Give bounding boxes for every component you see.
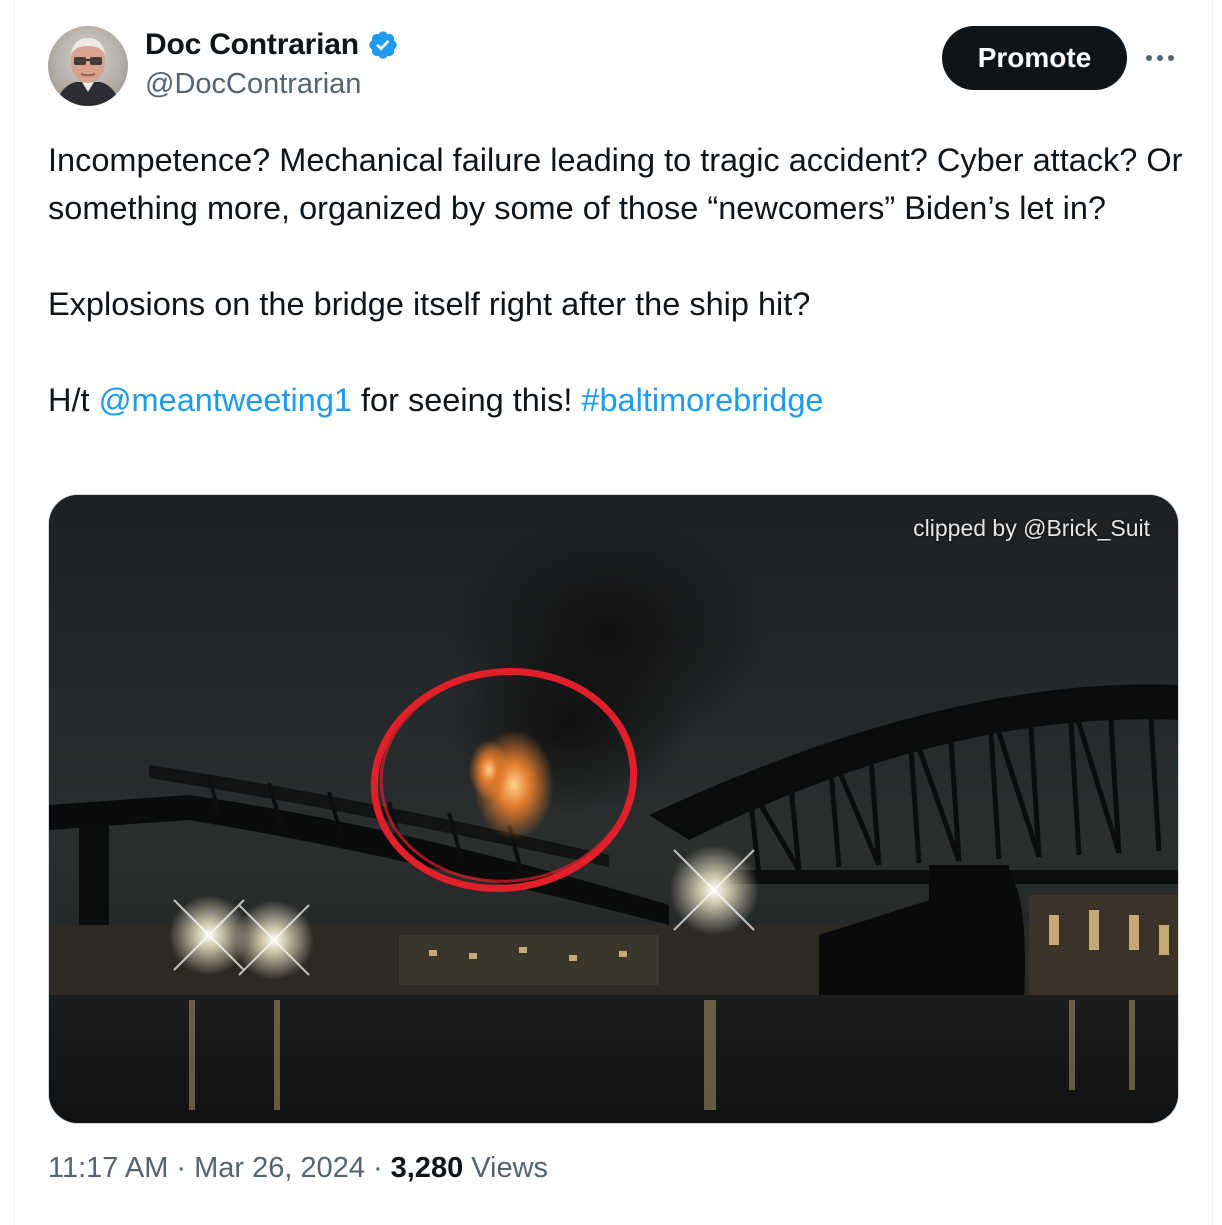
- tweet-time[interactable]: 11:17 AM: [48, 1152, 168, 1185]
- media-watermark: clipped by @Brick_Suit: [913, 515, 1150, 541]
- right-border: [1212, 0, 1213, 1225]
- author-handle[interactable]: @DocContrarian: [145, 68, 361, 101]
- hat-tip-middle: for seeing this!: [351, 382, 582, 418]
- tweet-date[interactable]: Mar 26, 2024: [194, 1152, 365, 1185]
- more-horizontal-icon[interactable]: [1142, 40, 1178, 76]
- views-count[interactable]: 3,280: [391, 1152, 464, 1185]
- meta-separator: ·: [176, 1152, 187, 1184]
- views-label: Views: [471, 1152, 549, 1184]
- mention-link[interactable]: @meantweeting1: [99, 382, 352, 418]
- tweet-paragraph-1: Incompetence? Mechanical failure leading…: [48, 142, 1183, 226]
- promote-button[interactable]: Promote: [942, 26, 1127, 90]
- author-display-name[interactable]: Doc Contrarian: [145, 28, 359, 62]
- bridge-video-frame: [49, 495, 1178, 1123]
- left-border: [14, 0, 15, 1225]
- tweet-meta: 11:17 AM · Mar 26, 2024 · 3,280 Views: [48, 1152, 548, 1185]
- tweet-paragraph-2: Explosions on the bridge itself right af…: [48, 286, 811, 322]
- avatar[interactable]: [48, 26, 128, 106]
- tweet-text: Incompetence? Mechanical failure leading…: [48, 136, 1188, 424]
- tweet-paragraph-3: H/t @meantweeting1 for seeing this! #bal…: [48, 376, 1188, 424]
- author-name-row: Doc Contrarian: [145, 28, 399, 62]
- avatar-image: [48, 26, 128, 106]
- meta-separator: ·: [372, 1152, 383, 1184]
- hat-tip-prefix: H/t: [48, 382, 99, 418]
- tweet-media[interactable]: clipped by @Brick_Suit: [48, 494, 1179, 1124]
- hashtag-link[interactable]: #baltimorebridge: [581, 382, 823, 418]
- verified-badge-icon[interactable]: [367, 29, 399, 61]
